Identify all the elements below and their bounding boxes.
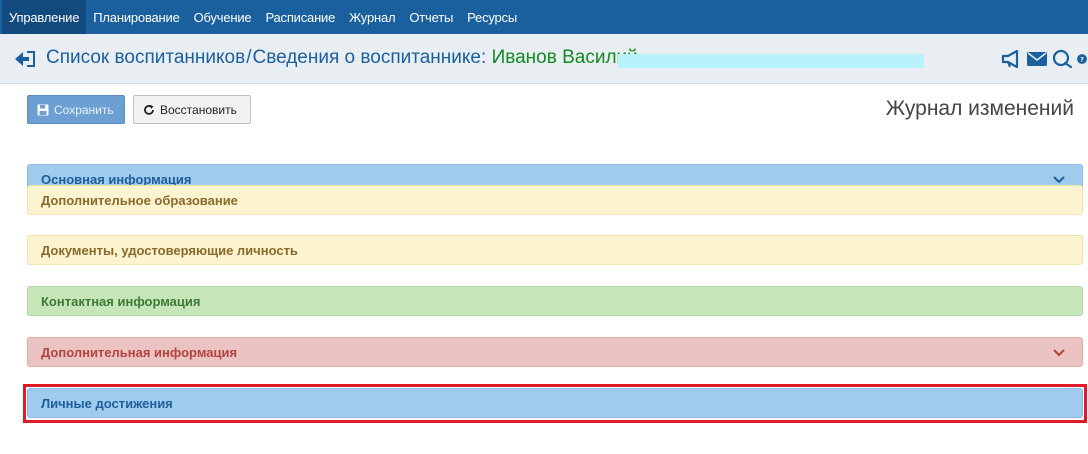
chevron-down-icon[interactable] — [1052, 346, 1066, 360]
nav-item-planirovanie[interactable]: Планирование — [86, 0, 186, 34]
section-label: Дополнительная информация — [41, 344, 238, 360]
svg-text:?: ? — [1080, 55, 1084, 63]
restore-button-label: Восстановить — [160, 102, 237, 117]
nav-item-raspisanie[interactable]: Расписание — [258, 0, 342, 34]
top-icons: ? — [1001, 49, 1088, 69]
section-label: Дополнительное образование — [41, 192, 238, 208]
megaphone-icon[interactable] — [1001, 49, 1023, 69]
help-icon[interactable]: ? — [1076, 49, 1088, 69]
breadcrumb-bar: Список воспитанников/Сведения о воспитан… — [0, 34, 1088, 84]
save-button[interactable]: Сохранить — [27, 95, 125, 124]
section-kontaktnaya-informaciya[interactable]: Контактная информация — [27, 286, 1083, 316]
redacted-area — [618, 54, 924, 68]
nav-item-zhurnal[interactable]: Журнал — [342, 0, 402, 34]
breadcrumb: Список воспитанников/Сведения о воспитан… — [46, 47, 638, 69]
section-dokumenty[interactable]: Документы, удостоверяющие личность — [27, 235, 1083, 265]
refresh-icon — [144, 104, 154, 115]
breadcrumb-parent-link[interactable]: Список воспитанников — [46, 47, 245, 68]
nav-item-upravlenie[interactable]: Управление — [2, 0, 87, 34]
nav-item-resursy[interactable]: Ресурсы — [460, 0, 524, 34]
student-name: Иванов Василий — [491, 47, 638, 68]
envelope-icon[interactable] — [1026, 49, 1048, 69]
section-label: Контактная информация — [41, 293, 201, 309]
restore-button[interactable]: Восстановить — [133, 95, 251, 124]
breadcrumb-current: Сведения о воспитаннике: — [252, 47, 487, 68]
top-navigation: Управление Планирование Обучение Расписа… — [0, 0, 1088, 34]
save-icon — [37, 104, 49, 115]
section-dopolnitelnaya-informaciya[interactable]: Дополнительная информация — [27, 337, 1083, 367]
save-button-label: Сохранить — [54, 102, 114, 117]
highlight-frame — [23, 384, 1087, 423]
section-dopolnitelnoe-obrazovanie[interactable]: Дополнительное образование — [27, 185, 1083, 215]
change-log-link[interactable]: Журнал изменений — [886, 97, 1074, 121]
back-arrow-icon[interactable] — [14, 50, 36, 68]
nav-item-obuchenie[interactable]: Обучение — [187, 0, 259, 34]
chat-icon[interactable] — [1051, 49, 1073, 69]
section-label: Документы, удостоверяющие личность — [41, 242, 298, 258]
nav-item-otchety[interactable]: Отчеты — [402, 0, 460, 34]
